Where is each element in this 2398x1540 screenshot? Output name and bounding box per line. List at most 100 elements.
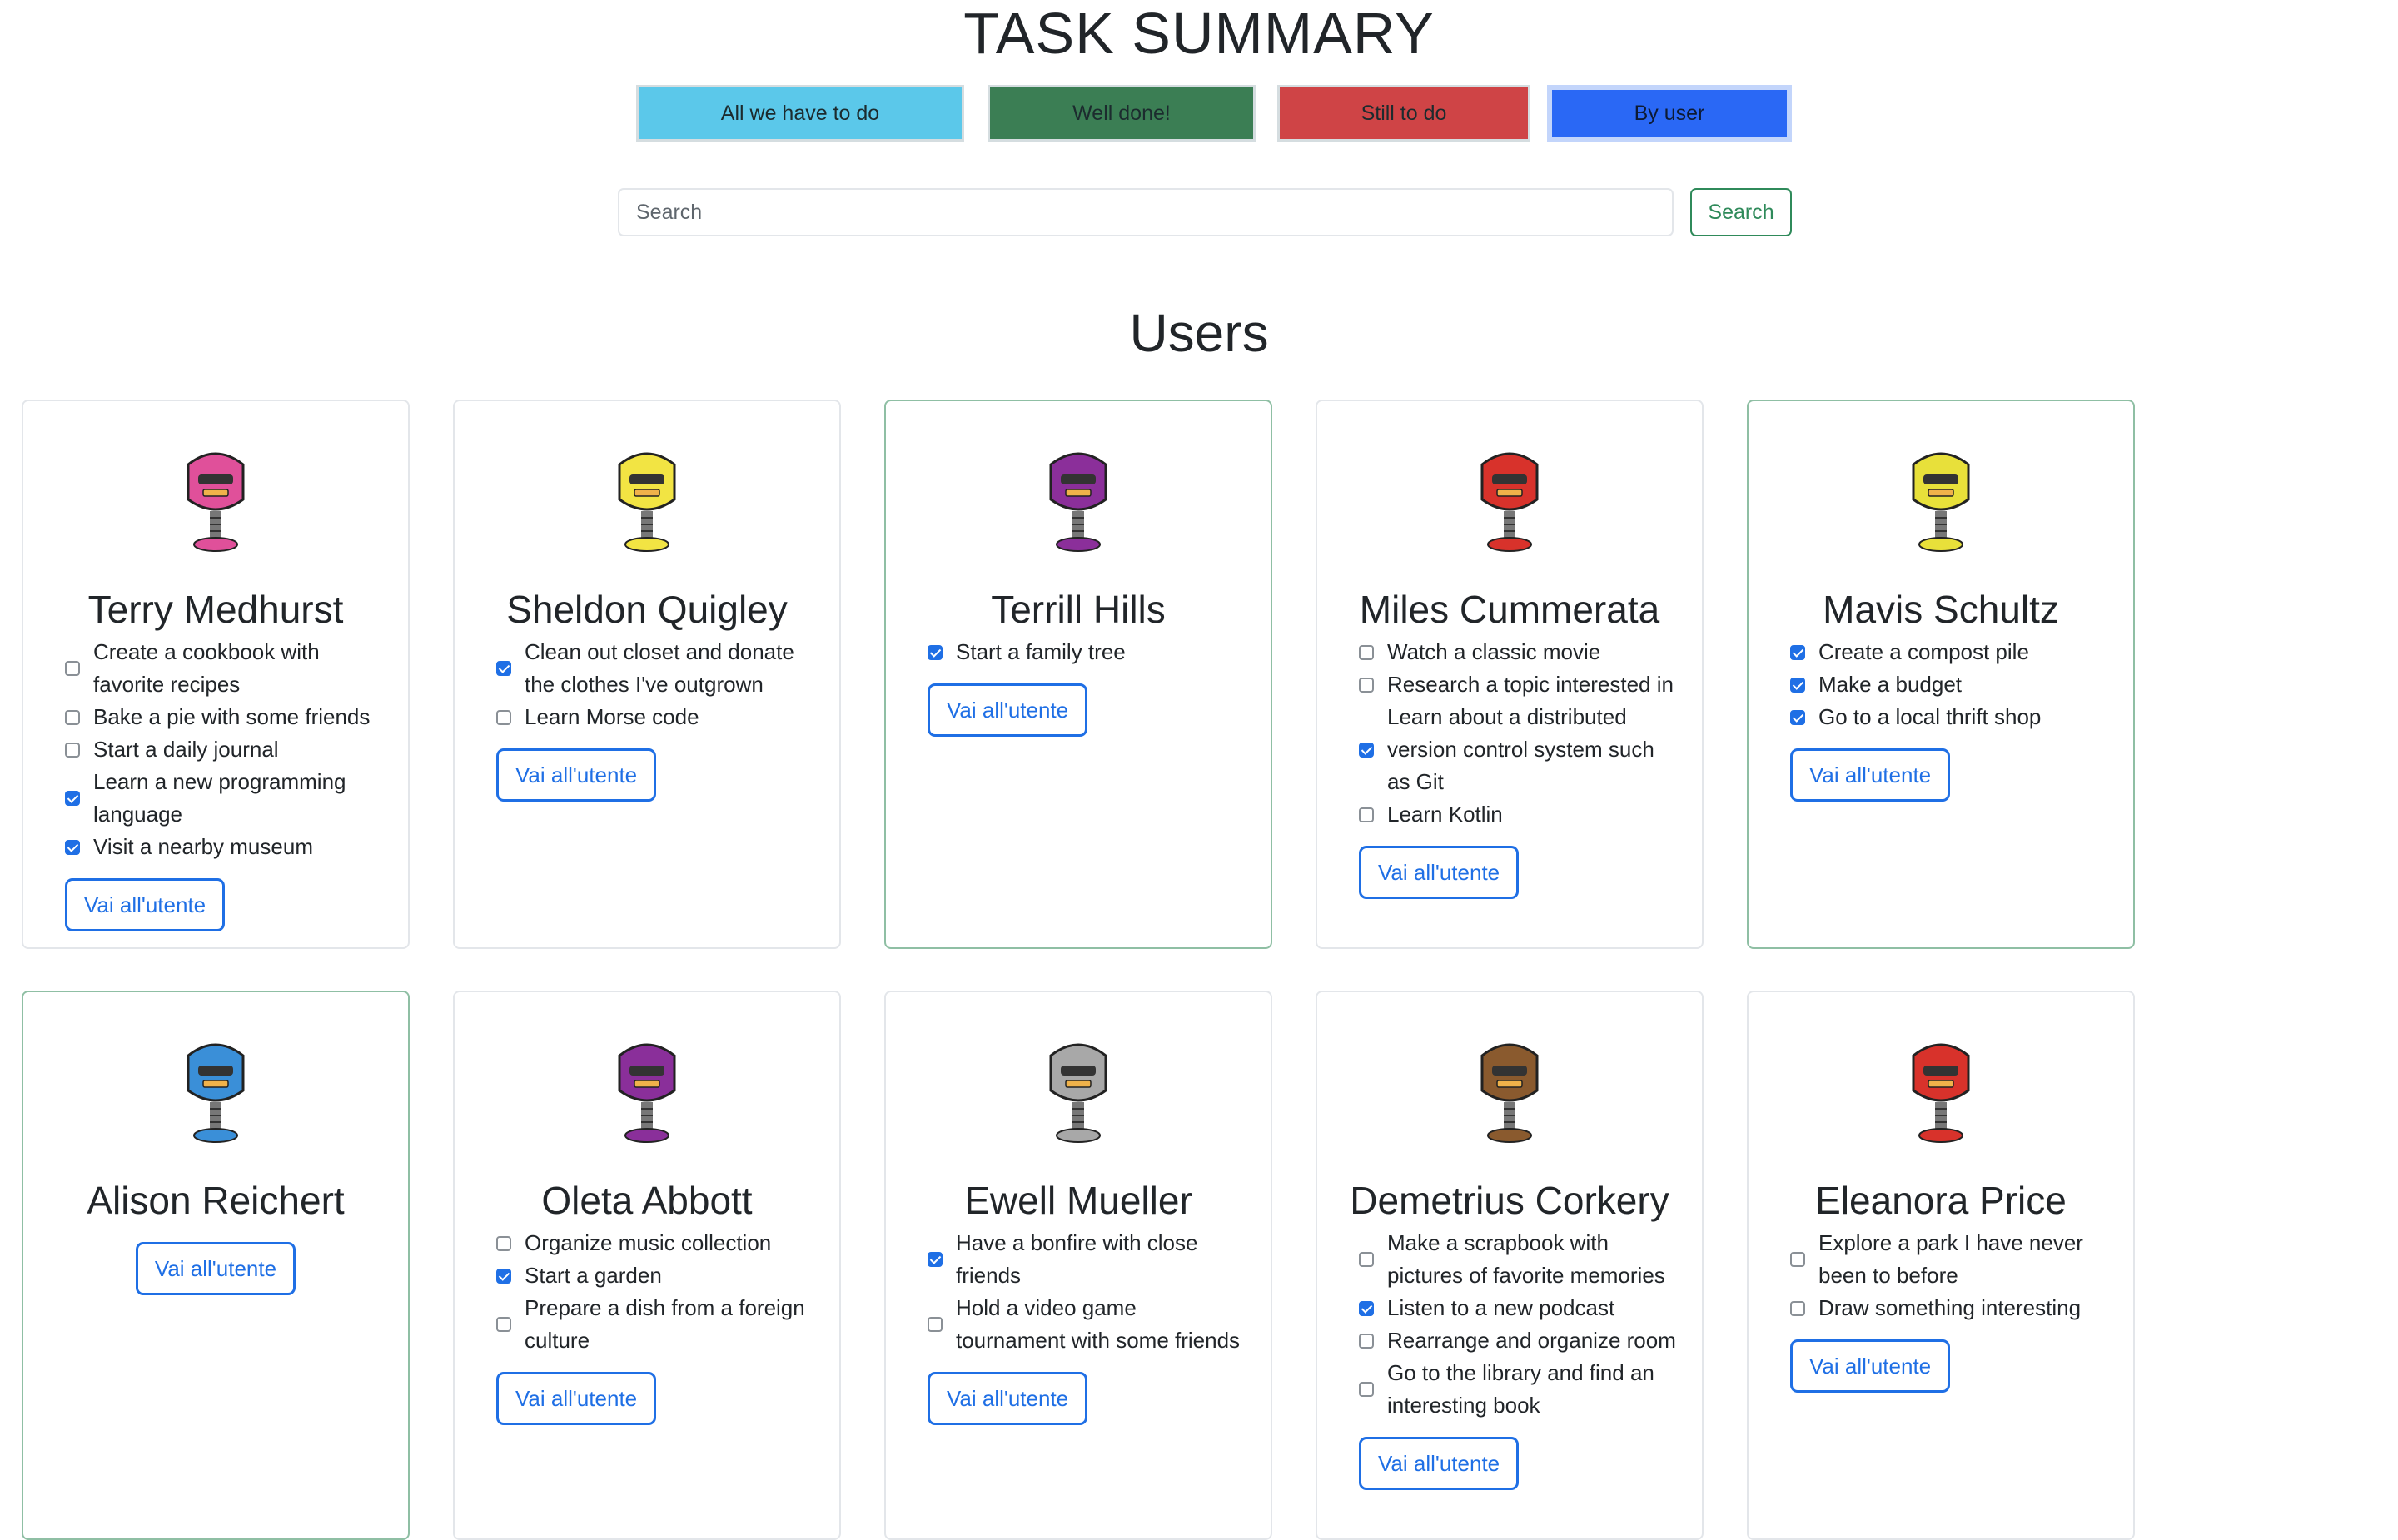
user-name: Terrill Hills xyxy=(991,588,1166,631)
robot-avatar-icon xyxy=(1749,440,2133,553)
task-label: Explore a park I have never been to befo… xyxy=(1818,1230,2083,1288)
task-label: Learn about a distributed version contro… xyxy=(1387,704,1654,794)
task-checkbox[interactable] xyxy=(1790,677,1805,693)
task-checkbox[interactable] xyxy=(496,1235,511,1251)
task-checkbox[interactable] xyxy=(496,709,511,725)
task-checkbox[interactable] xyxy=(1790,1300,1805,1316)
task-checkbox[interactable] xyxy=(65,839,80,855)
task-checkbox[interactable] xyxy=(1790,1252,1805,1267)
task-checkbox[interactable] xyxy=(1790,644,1805,660)
task-item: Hold a video game tournament with some f… xyxy=(928,1292,1246,1357)
go-to-user-button[interactable]: Vai all'utente xyxy=(65,878,226,931)
robot-avatar-icon xyxy=(455,1031,839,1144)
task-checkbox[interactable] xyxy=(1359,677,1374,693)
task-checkbox[interactable] xyxy=(928,1317,943,1332)
task-label: Create a compost pile xyxy=(1818,639,2029,664)
task-item: Prepare a dish from a foreign culture xyxy=(496,1292,814,1357)
robot-avatar-icon xyxy=(23,1031,408,1144)
filter-bar: All we have to do Well done! Still to do… xyxy=(0,85,2398,145)
filter-todo-button[interactable]: Still to do xyxy=(1277,85,1530,142)
user-name: Demetrius Corkery xyxy=(1350,1179,1669,1222)
task-label: Have a bonfire with close friends xyxy=(956,1230,1198,1288)
task-checkbox[interactable] xyxy=(65,661,80,676)
task-item: Listen to a new podcast xyxy=(1359,1292,1677,1324)
task-item: Make a budget xyxy=(1790,668,2108,701)
robot-avatar-icon xyxy=(455,440,839,553)
task-item: Learn Kotlin xyxy=(1359,798,1677,831)
task-checkbox[interactable] xyxy=(928,1252,943,1267)
go-to-user-button[interactable]: Vai all'utente xyxy=(1359,1437,1520,1490)
search-input[interactable] xyxy=(618,188,1674,236)
task-checkbox[interactable] xyxy=(496,661,511,676)
task-item: Start a family tree xyxy=(928,636,1246,668)
task-list: Watch a classic movie Research a topic in… xyxy=(1359,636,1677,899)
go-to-user-button[interactable]: Vai all'utente xyxy=(496,1372,657,1425)
user-name: Miles Cummerata xyxy=(1359,588,1660,631)
task-item: Make a scrapbook with pictures of favori… xyxy=(1359,1227,1677,1292)
task-checkbox[interactable] xyxy=(496,1317,511,1332)
user-card: Eleanora Price Explore a park I have neve… xyxy=(1747,991,2135,1540)
task-checkbox[interactable] xyxy=(1359,644,1374,660)
go-to-user-button[interactable]: Vai all'utente xyxy=(135,1242,296,1295)
search-button[interactable]: Search xyxy=(1690,188,1792,236)
task-checkbox[interactable] xyxy=(65,791,80,806)
user-name: Oleta Abbott xyxy=(541,1179,753,1222)
task-label: Create a cookbook with favorite recipes xyxy=(93,639,320,697)
task-label: Bake a pie with some friends xyxy=(93,704,371,729)
filter-done-button[interactable]: Well done! xyxy=(988,85,1256,142)
task-label: Learn Kotlin xyxy=(1387,802,1503,827)
user-card: Demetrius Corkery Make a scrapbook with p… xyxy=(1316,991,1704,1540)
task-label: Organize music collection xyxy=(525,1230,772,1255)
task-item: Learn Morse code xyxy=(496,701,814,733)
go-to-user-button[interactable]: Vai all'utente xyxy=(928,683,1088,737)
task-list: Create a compost pile Make a budget Go to … xyxy=(1790,636,2108,802)
user-name: Ewell Mueller xyxy=(964,1179,1192,1222)
task-label: Start a garden xyxy=(525,1263,662,1288)
task-checkbox[interactable] xyxy=(1359,1333,1374,1349)
task-item: Organize music collection xyxy=(496,1227,814,1259)
go-to-user-button[interactable]: Vai all'utente xyxy=(928,1372,1088,1425)
task-checkbox[interactable] xyxy=(928,644,943,660)
task-label: Hold a video game tournament with some f… xyxy=(956,1295,1241,1353)
task-checkbox[interactable] xyxy=(1359,742,1374,758)
task-label: Research a topic interested in xyxy=(1387,672,1674,697)
task-checkbox[interactable] xyxy=(65,742,80,758)
robot-avatar-icon xyxy=(23,440,408,553)
filter-all-button[interactable]: All we have to do xyxy=(636,85,964,142)
task-label: Clean out closet and donate the clothes … xyxy=(525,639,794,697)
go-to-user-button[interactable]: Vai all'utente xyxy=(496,748,657,802)
task-checkbox[interactable] xyxy=(1359,1382,1374,1397)
task-label: Go to the library and find an interestin… xyxy=(1387,1360,1654,1418)
go-to-user-button[interactable]: Vai all'utente xyxy=(1359,846,1520,899)
page-title: TASK SUMMARY xyxy=(963,1,1435,66)
filter-by-user-button[interactable]: By user xyxy=(1547,85,1792,142)
task-list: Vai all'utente xyxy=(23,1227,408,1295)
task-item: Visit a nearby museum xyxy=(65,831,383,863)
robot-avatar-icon xyxy=(1317,1031,1702,1144)
task-list: Have a bonfire with close friends Hold a … xyxy=(928,1227,1246,1425)
go-to-user-button[interactable]: Vai all'utente xyxy=(1790,748,1951,802)
task-item: Watch a classic movie xyxy=(1359,636,1677,668)
task-list: Create a cookbook with favorite recipes B… xyxy=(65,636,383,931)
go-to-user-button[interactable]: Vai all'utente xyxy=(1790,1339,1951,1393)
task-checkbox[interactable] xyxy=(1359,1300,1374,1316)
task-list: Explore a park I have never been to befo… xyxy=(1790,1227,2108,1393)
user-name: Mavis Schultz xyxy=(1823,588,2059,631)
task-item: Start a garden xyxy=(496,1259,814,1292)
user-card: Terrill Hills Start a family tree Vai all'… xyxy=(884,400,1272,949)
section-title: Users xyxy=(1129,303,1269,363)
task-checkbox[interactable] xyxy=(1359,1252,1374,1267)
robot-avatar-icon xyxy=(1317,440,1702,553)
task-checkbox[interactable] xyxy=(1359,807,1374,822)
task-label: Visit a nearby museum xyxy=(93,834,313,859)
task-checkbox[interactable] xyxy=(496,1268,511,1284)
task-item: Have a bonfire with close friends xyxy=(928,1227,1246,1292)
task-item: Learn a new programming language xyxy=(65,766,383,831)
task-item: Draw something interesting xyxy=(1790,1292,2108,1324)
task-item: Go to the library and find an interestin… xyxy=(1359,1357,1677,1422)
task-checkbox[interactable] xyxy=(65,709,80,725)
task-checkbox[interactable] xyxy=(1790,709,1805,725)
task-item: Clean out closet and donate the clothes … xyxy=(496,636,814,701)
task-label: Listen to a new podcast xyxy=(1387,1295,1615,1320)
user-card: Terry Medhurst Create a cookbook with fav… xyxy=(22,400,410,949)
